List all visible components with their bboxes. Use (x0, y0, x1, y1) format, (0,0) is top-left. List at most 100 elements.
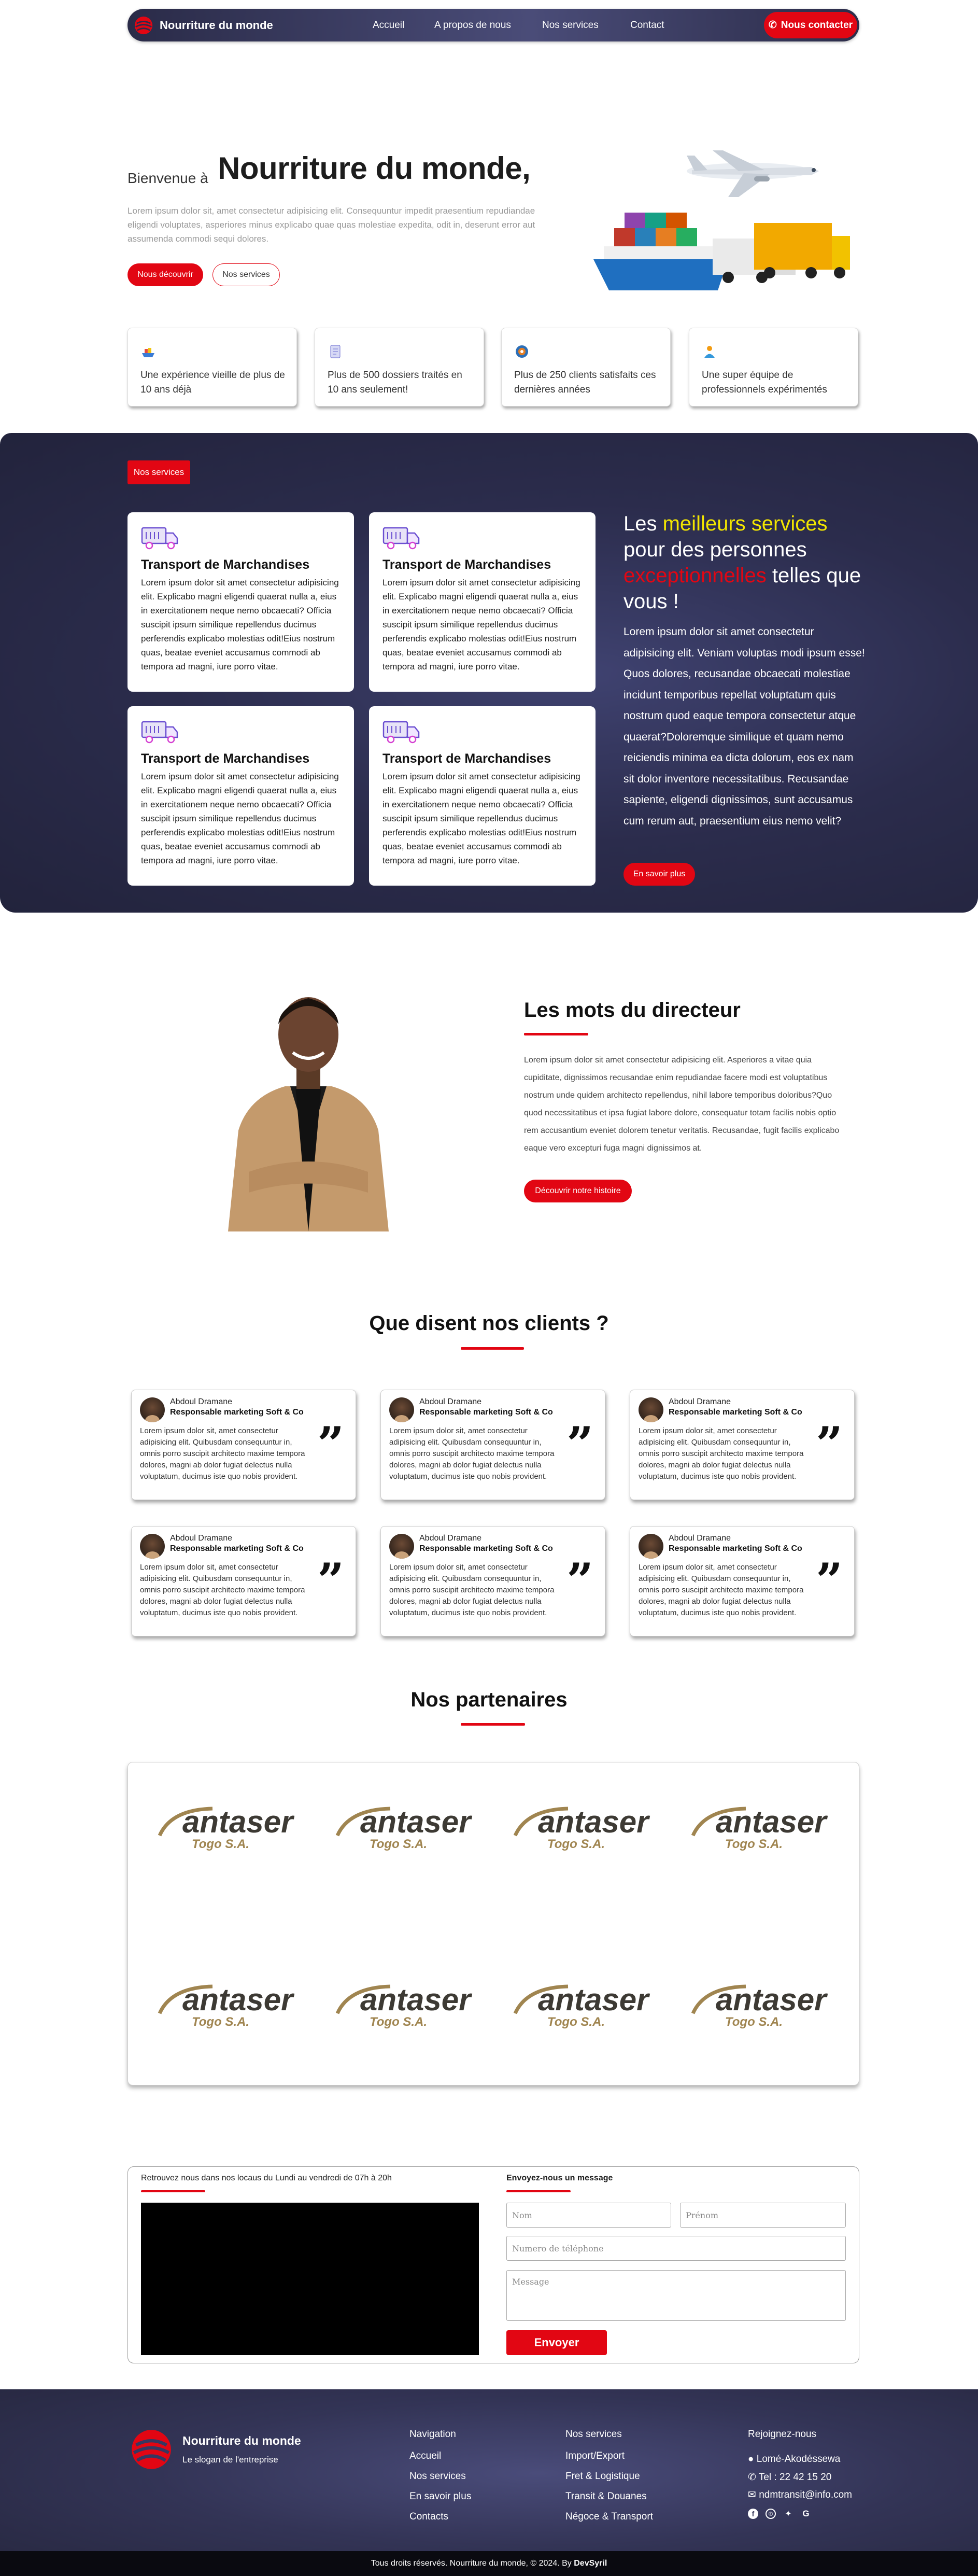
partner-name: antaser (360, 1804, 473, 1839)
form-title: Envoyez-nous un message (506, 2174, 613, 2182)
firstname-field[interactable]: Prénom (680, 2203, 846, 2228)
footer-email[interactable]: ✉ ndmtransit@info.com (748, 2489, 852, 2501)
phone-icon: ✆ (748, 2472, 756, 2483)
feature-card: Plus de 250 clients satisfaits ces derni… (501, 328, 671, 407)
truck-icon (141, 721, 178, 744)
title-underline (461, 1723, 525, 1726)
footer-link-services[interactable]: Nos services (409, 2471, 466, 2482)
partner-sub: Togo S.A. (547, 2015, 605, 2029)
service-title: Transport de Marchandises (141, 557, 310, 572)
footer-link-accueil[interactable]: Accueil (409, 2451, 441, 2462)
feature-text: Plus de 500 dossiers traités en 10 ans s… (328, 370, 462, 395)
credit-link[interactable]: DevSyril (574, 2559, 607, 2568)
mail-icon: ✉ (748, 2489, 756, 2500)
title-underline (524, 1033, 588, 1035)
avatar (639, 1534, 663, 1559)
service-card[interactable]: Transport de Marchandises Lorem ipsum do… (127, 706, 354, 886)
partners-title: Nos partenaires (410, 1688, 568, 1711)
brand-name: Nourriture du monde (160, 18, 273, 32)
partner-logo[interactable]: antaser Togo S.A. (511, 1977, 656, 2034)
title-underline (141, 2190, 205, 2192)
satisfied-clients-icon (516, 345, 528, 358)
brand[interactable]: Nourriture du monde (134, 16, 341, 35)
partner-sub: Togo S.A. (370, 1837, 427, 1851)
services-button[interactable]: Nos services (212, 263, 280, 286)
title-underline (461, 1347, 524, 1350)
footer-service-transit[interactable]: Transit & Douanes (565, 2491, 647, 2502)
document-icon (330, 345, 341, 358)
phone-text: Tel : 22 42 15 20 (758, 2472, 832, 2483)
footer-join-title: Rejoignez-nous (748, 2429, 817, 2440)
phone-field[interactable]: Numero de téléphone (506, 2236, 846, 2261)
quote-icon: ” (566, 1553, 593, 1608)
testimonial-card: Abdoul Dramane Responsable marketing Soft… (380, 1526, 605, 1636)
service-text: Lorem ipsum dolor sit amet consectetur a… (141, 578, 339, 671)
footer-services-title: Nos services (565, 2429, 622, 2440)
partner-name: antaser (716, 1982, 828, 2017)
testimonial-text: Lorem ipsum dolor sit, amet consectetur … (639, 1426, 804, 1481)
footer-address: ● Lomé-Akodéssewa (748, 2454, 840, 2465)
discover-history-button[interactable]: Découvrir notre histoire (524, 1180, 632, 1202)
avatar (639, 1397, 663, 1422)
copyright-bar: Tous droits réservés. Nourriture du mond… (0, 2551, 978, 2576)
footer-phone: ✆ Tel : 22 42 15 20 (748, 2471, 831, 2483)
partner-name: antaser (182, 1982, 295, 2017)
director-title: Les mots du directeur (524, 999, 741, 1021)
partner-logo[interactable]: antaser Togo S.A. (689, 1977, 834, 2034)
footer-link-learn-more[interactable]: En savoir plus (409, 2491, 471, 2502)
footer-brand: Nourriture du monde (182, 2434, 301, 2447)
contact-button[interactable]: ✆ Nous contacter (764, 12, 857, 38)
footer-navigation-title: Navigation (409, 2429, 456, 2440)
testimonial-text: Lorem ipsum dolor sit, amet consectetur … (140, 1563, 305, 1617)
partner-logo[interactable]: antaser Togo S.A. (511, 1799, 656, 1856)
partner-logo[interactable]: antaser Togo S.A. (333, 1977, 478, 2034)
feature-card: Une super équipe de professionnels expér… (689, 328, 858, 407)
partner-logo[interactable]: antaser Togo S.A. (155, 1799, 301, 1856)
director-text: Lorem ipsum dolor sit amet consectetur a… (524, 1056, 840, 1153)
service-card[interactable]: Transport de Marchandises Lorem ipsum do… (127, 512, 354, 692)
service-text: Lorem ipsum dolor sit amet consectetur a… (382, 772, 580, 865)
google-icon[interactable]: G (801, 2509, 811, 2519)
partner-name: antaser (360, 1982, 473, 2017)
facebook-icon[interactable]: f (748, 2509, 758, 2519)
headline-part: pour des personnes (623, 538, 807, 561)
footer-service-import-export[interactable]: Import/Export (565, 2451, 625, 2462)
send-button[interactable]: Envoyer (506, 2330, 607, 2355)
nav-link-contact[interactable]: Contact (630, 20, 664, 31)
map[interactable] (141, 2203, 479, 2355)
footer-link-contacts[interactable]: Contacts (409, 2511, 448, 2523)
message-field[interactable]: Message (506, 2270, 846, 2321)
partner-name: antaser (716, 1804, 828, 1839)
footer-service-fret[interactable]: Fret & Logistique (565, 2471, 640, 2482)
nav-link-services[interactable]: Nos services (542, 20, 599, 31)
testimonials-title: Que disent nos clients ? (369, 1312, 609, 1335)
contact-button-label: Nous contacter (781, 19, 853, 31)
testimonial-role: Responsable marketing Soft & Co (170, 1408, 304, 1417)
footer-service-negoce[interactable]: Négoce & Transport (565, 2511, 653, 2523)
services-headline: Les meilleurs services pour des personne… (623, 511, 872, 614)
partner-logo[interactable]: antaser Togo S.A. (689, 1799, 834, 1856)
service-card[interactable]: Transport de Marchandises Lorem ipsum do… (369, 512, 596, 692)
partner-logo[interactable]: antaser Togo S.A. (155, 1977, 301, 2034)
testimonial-card: Abdoul Dramane Responsable marketing Soft… (380, 1390, 605, 1500)
title-underline (506, 2190, 571, 2192)
discover-button[interactable]: Nous découvrir (127, 263, 203, 286)
learn-more-button[interactable]: En savoir plus (623, 863, 695, 886)
service-card[interactable]: Transport de Marchandises Lorem ipsum do… (369, 706, 596, 886)
testimonial-role: Responsable marketing Soft & Co (669, 1544, 802, 1553)
testimonial-name: Abdoul Dramane (170, 1534, 233, 1543)
service-title: Transport de Marchandises (382, 751, 551, 766)
opening-hours: Retrouvez nous dans nos locaus du Lundi … (141, 2174, 392, 2182)
nav-link-accueil[interactable]: Accueil (373, 20, 404, 31)
hero-text: Lorem ipsum dolor sit, amet consectetur … (127, 206, 535, 244)
partner-name: antaser (182, 1804, 295, 1839)
quote-icon: ” (566, 1417, 593, 1472)
testimonial-role: Responsable marketing Soft & Co (419, 1408, 553, 1417)
partner-logo[interactable]: antaser Togo S.A. (333, 1799, 478, 1856)
nav-link-a-propos[interactable]: A propos de nous (434, 20, 511, 31)
name-field[interactable]: Nom (506, 2203, 671, 2228)
service-title: Transport de Marchandises (382, 557, 551, 572)
whatsapp-icon[interactable]: ✆ (766, 2509, 776, 2519)
twitter-icon[interactable]: ✦ (783, 2509, 793, 2519)
feature-text: Plus de 250 clients satisfaits ces derni… (514, 370, 656, 395)
